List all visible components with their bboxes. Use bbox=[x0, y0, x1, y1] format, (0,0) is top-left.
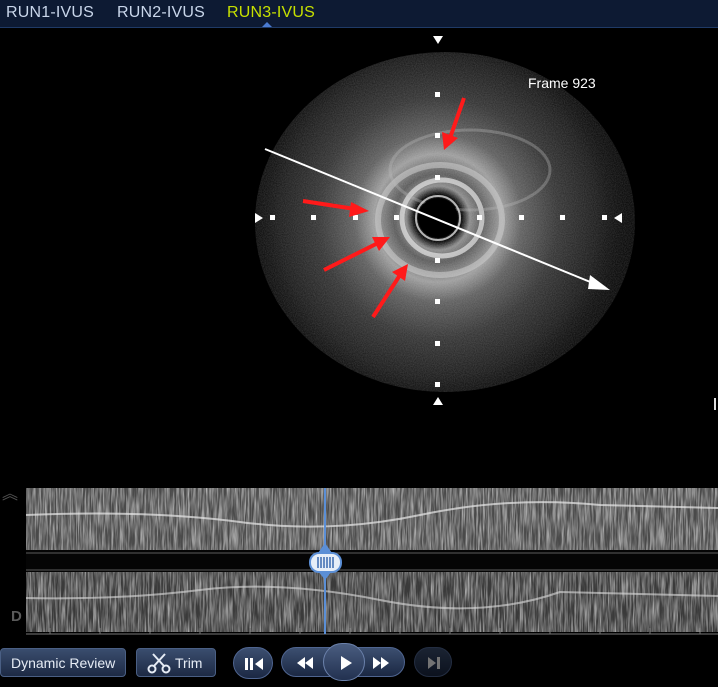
ivus-image bbox=[255, 36, 635, 405]
dynamic-review-label: Dynamic Review bbox=[11, 655, 116, 671]
scissors-icon bbox=[147, 653, 171, 674]
longitudinal-image bbox=[0, 484, 718, 640]
longitudinal-view[interactable]: ︽ D bbox=[0, 484, 718, 640]
edge-scroll-marker bbox=[714, 398, 716, 410]
bottom-marker-icon bbox=[433, 397, 443, 405]
tab-run2-ivus[interactable]: RUN2-IVUS bbox=[117, 0, 205, 27]
trim-button[interactable]: Trim bbox=[136, 648, 216, 677]
pause-back-icon bbox=[245, 658, 263, 670]
skip-end-icon bbox=[428, 657, 440, 669]
trim-label: Trim bbox=[175, 655, 203, 671]
distal-label: D bbox=[11, 608, 22, 625]
rewind-button[interactable] bbox=[282, 648, 324, 676]
tab-bar: RUN1-IVUS RUN2-IVUS RUN3-IVUS bbox=[0, 0, 718, 28]
fast-forward-button[interactable] bbox=[364, 648, 406, 676]
tab-run1-ivus[interactable]: RUN1-IVUS bbox=[6, 0, 94, 27]
pause-back-button[interactable] bbox=[233, 647, 273, 679]
dynamic-review-button[interactable]: Dynamic Review bbox=[0, 648, 126, 677]
active-tab-indicator bbox=[262, 22, 272, 27]
play-button[interactable] bbox=[323, 643, 365, 681]
frame-slider-handle bbox=[309, 552, 342, 573]
ivus-cross-section-view[interactable]: Frame 923 bbox=[0, 28, 718, 483]
catheter-lumen bbox=[418, 198, 458, 238]
play-icon bbox=[341, 656, 352, 670]
skip-to-end-button[interactable] bbox=[414, 647, 452, 677]
frame-number-label: Frame 923 bbox=[528, 75, 596, 91]
top-marker-icon bbox=[433, 36, 443, 44]
collapse-chevron-icon[interactable]: ︽ bbox=[2, 487, 18, 503]
